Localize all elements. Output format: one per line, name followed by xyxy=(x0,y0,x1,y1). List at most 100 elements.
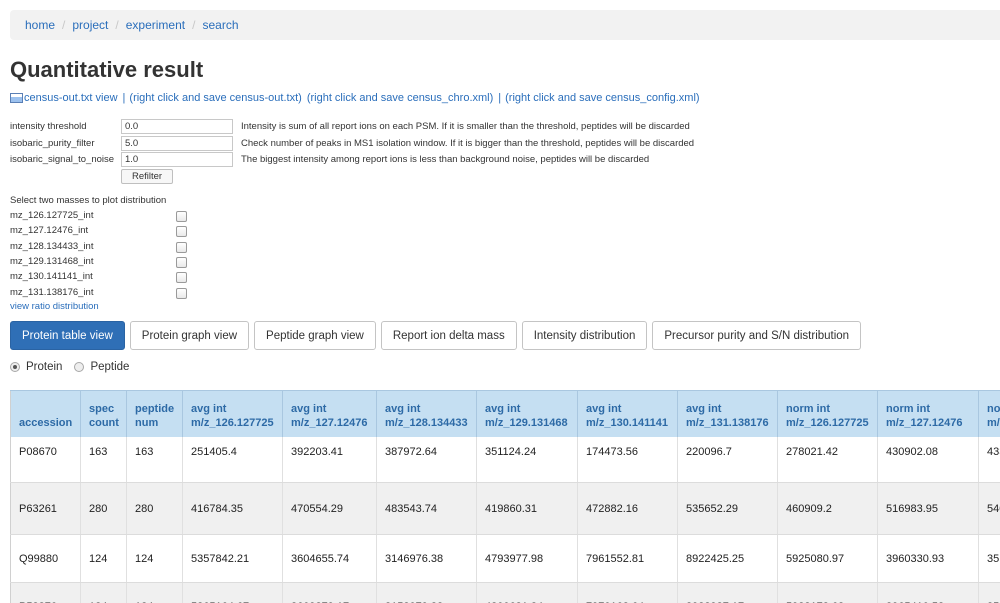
table-cell: 174473.56 xyxy=(577,436,678,483)
table-cell: 3965410.58 xyxy=(877,582,979,603)
link-separator: | xyxy=(122,92,126,104)
breadcrumb-home[interactable]: home xyxy=(25,18,55,32)
mass-row: mz_131.138176_int xyxy=(10,287,187,302)
column-header[interactable]: norm/z xyxy=(978,390,1000,437)
isobaric-purity-filter-input[interactable] xyxy=(121,136,233,151)
mass-checkbox[interactable] xyxy=(176,242,187,253)
view-tabs: Protein table view Protein graph view Pe… xyxy=(10,321,866,350)
table-cell: 535652.29 xyxy=(677,482,778,535)
peptide-radio[interactable] xyxy=(74,362,85,372)
table-row[interactable]: P63261 280 280 416784.35 470554.29 483543.74 4… xyxy=(10,482,1000,535)
mass-row: mz_129.131468_int xyxy=(10,256,187,271)
intensity-threshold-input[interactable] xyxy=(121,119,233,134)
mass-label: mz_127.12476_int xyxy=(10,225,89,236)
table-cell: 387972.64 xyxy=(376,436,477,483)
breadcrumb-separator: / xyxy=(62,18,66,32)
breadcrumb-project[interactable]: project xyxy=(72,18,108,32)
column-header[interactable]: spec count xyxy=(80,390,127,437)
census-out-view-link[interactable]: census-out.txt view xyxy=(24,92,118,104)
table-cell: 3609279.17 xyxy=(282,582,377,603)
mass-checkbox[interactable] xyxy=(176,272,187,283)
table-cell: 4793977.98 xyxy=(476,534,578,583)
table-cell: 3960330.93 xyxy=(877,534,979,583)
table-cell: 472882.16 xyxy=(577,482,678,535)
breadcrumb-separator: / xyxy=(115,18,119,32)
file-view-icon[interactable] xyxy=(10,93,23,103)
table-cell: 433 xyxy=(978,436,1000,483)
table-cell: 124 xyxy=(126,582,183,603)
mass-row: mz_126.127725_int xyxy=(10,210,187,225)
protein-radio-label[interactable]: Protein xyxy=(26,361,62,373)
column-header[interactable]: avg int m/z_131.138176 xyxy=(677,390,778,437)
column-header-line: accession xyxy=(19,416,73,429)
isobaric-signal-to-noise-input[interactable] xyxy=(121,152,233,167)
mass-checkbox[interactable] xyxy=(176,211,187,222)
column-header[interactable]: norm int m/z_126.127725 xyxy=(777,390,878,437)
table-cell: 163 xyxy=(126,436,183,483)
table-cell: 124 xyxy=(80,534,127,583)
table-cell: 8922425.25 xyxy=(677,534,778,583)
column-header[interactable]: norm int m/z_127.12476 xyxy=(877,390,979,437)
param-label: isobaric_purity_filter xyxy=(10,138,95,149)
table-cell: 5365164.67 xyxy=(182,582,283,603)
accession-cell[interactable]: P63261 xyxy=(10,482,81,535)
mass-label: mz_126.127725_int xyxy=(10,210,94,221)
table-cell: 5357842.21 xyxy=(182,534,283,583)
breadcrumb: home / project / experiment / search xyxy=(10,10,1000,40)
breadcrumb-experiment[interactable]: experiment xyxy=(126,18,185,32)
table-cell: 8932937.17 xyxy=(677,582,778,603)
column-header[interactable]: avg int m/z_128.134433 xyxy=(376,390,477,437)
table-cell: 280 xyxy=(80,482,127,535)
table-cell: 419860.31 xyxy=(476,482,578,535)
save-census-chro-link[interactable]: (right click and save census_chro.xml) xyxy=(307,92,493,104)
table-row[interactable]: Q99880 124 124 5357842.21 3604655.74 3146976.… xyxy=(10,534,1000,583)
mass-selection-title: Select two masses to plot distribution xyxy=(10,195,167,206)
column-header[interactable]: avg int m/z_130.141141 xyxy=(577,390,678,437)
protein-radio[interactable] xyxy=(10,362,20,372)
save-census-config-link[interactable]: (right click and save census_config.xml) xyxy=(505,92,699,104)
accession-cell[interactable]: P08670 xyxy=(10,436,81,483)
column-header-line: m/z_127.12476 xyxy=(886,416,963,429)
tab-report-ion-delta-mass[interactable]: Report ion delta mass xyxy=(380,321,517,350)
column-header-line: peptide xyxy=(135,402,175,415)
table-row[interactable]: P08670 163 163 251405.4 392203.41 387972.64 35… xyxy=(10,436,1000,483)
table-cell: 516983.95 xyxy=(877,482,979,535)
file-links: census-out.txt view | (right click and s… xyxy=(10,92,700,104)
column-header-line: num xyxy=(135,416,159,429)
breadcrumb-separator: / xyxy=(192,18,196,32)
tab-intensity-distribution[interactable]: Intensity distribution xyxy=(521,321,648,350)
refilter-button[interactable]: Refilter xyxy=(121,169,173,184)
table-row[interactable]: P588761241245365164.673609279.173152079.… xyxy=(10,582,1000,603)
accession-cell[interactable]: P58876 xyxy=(10,582,81,603)
table-cell: 470554.29 xyxy=(282,482,377,535)
table-body: P08670 163 163 251405.4 392203.41 387972.64 35… xyxy=(10,436,1000,603)
view-ratio-distribution-link[interactable]: view ratio distribution xyxy=(10,301,99,312)
protein-table-container: accession spec count peptide num avg int m/z_1… xyxy=(10,390,1000,603)
breadcrumb-search[interactable]: search xyxy=(202,18,238,32)
tab-peptide-graph-view[interactable]: Peptide graph view xyxy=(254,321,376,350)
table-cell: 278021.42 xyxy=(777,436,878,483)
column-header-line: norm int xyxy=(786,402,830,415)
column-header[interactable]: avg int m/z_129.131468 xyxy=(476,390,578,437)
mass-checkbox[interactable] xyxy=(176,257,187,268)
column-header[interactable]: peptide num xyxy=(126,390,183,437)
column-header[interactable]: avg int m/z_127.12476 xyxy=(282,390,377,437)
mass-row: mz_130.141141_int xyxy=(10,271,187,286)
tab-protein-graph-view[interactable]: Protein graph view xyxy=(129,321,250,350)
table-cell: 124 xyxy=(126,534,183,583)
mass-checkbox[interactable] xyxy=(176,288,187,299)
mass-label: mz_130.141141_int xyxy=(10,271,93,282)
save-census-out-link[interactable]: (right click and save census-out.txt) xyxy=(129,92,301,104)
tab-precursor-purity-sn[interactable]: Precursor purity and S/N distribution xyxy=(652,321,862,350)
column-header-line: m/z xyxy=(987,416,1000,429)
column-header[interactable]: accession xyxy=(10,390,81,437)
column-header-line: m/z_127.12476 xyxy=(291,416,368,429)
mass-checkbox[interactable] xyxy=(176,226,187,237)
accession-cell[interactable]: Q99880 xyxy=(10,534,81,583)
column-header-line: avg int xyxy=(485,402,521,415)
column-header-line: m/z_126.127725 xyxy=(191,416,274,429)
tab-protein-table-view[interactable]: Protein table view xyxy=(10,321,125,350)
column-header[interactable]: avg int m/z_126.127725 xyxy=(182,390,283,437)
peptide-radio-label[interactable]: Peptide xyxy=(90,361,129,373)
table-cell: 460909.2 xyxy=(777,482,878,535)
